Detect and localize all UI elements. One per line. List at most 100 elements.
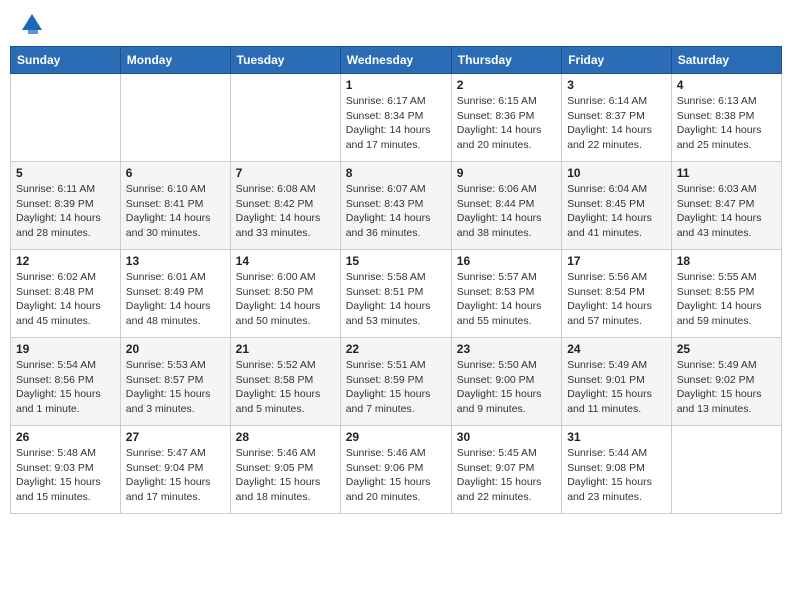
day-number: 9 [457, 166, 556, 180]
day-info: Sunrise: 6:13 AM Sunset: 8:38 PM Dayligh… [677, 94, 776, 153]
day-number: 26 [16, 430, 115, 444]
day-number: 7 [236, 166, 335, 180]
calendar-week-2: 5 Sunrise: 6:11 AM Sunset: 8:39 PM Daylig… [11, 162, 782, 250]
calendar-cell [11, 74, 121, 162]
calendar-cell: 5 Sunrise: 6:11 AM Sunset: 8:39 PM Daylig… [11, 162, 121, 250]
day-info: Sunrise: 6:14 AM Sunset: 8:37 PM Dayligh… [567, 94, 666, 153]
day-header-thursday: Thursday [451, 47, 561, 74]
calendar-cell: 1 Sunrise: 6:17 AM Sunset: 8:34 PM Daylig… [340, 74, 451, 162]
calendar-cell: 23Sunrise: 5:50 AM Sunset: 9:00 PM Dayli… [451, 338, 561, 426]
day-number: 31 [567, 430, 666, 444]
day-header-tuesday: Tuesday [230, 47, 340, 74]
day-info: Sunrise: 6:03 AM Sunset: 8:47 PM Dayligh… [677, 182, 776, 241]
day-number: 25 [677, 342, 776, 356]
day-number: 29 [346, 430, 446, 444]
day-info: Sunrise: 5:55 AM Sunset: 8:55 PM Dayligh… [677, 270, 776, 329]
day-number: 1 [346, 78, 446, 92]
calendar-cell: 13Sunrise: 6:01 AM Sunset: 8:49 PM Dayli… [120, 250, 230, 338]
day-info: Sunrise: 5:53 AM Sunset: 8:57 PM Dayligh… [126, 358, 225, 417]
day-info: Sunrise: 5:46 AM Sunset: 9:06 PM Dayligh… [346, 446, 446, 505]
day-header-sunday: Sunday [11, 47, 121, 74]
day-header-saturday: Saturday [671, 47, 781, 74]
day-number: 16 [457, 254, 556, 268]
day-info: Sunrise: 6:10 AM Sunset: 8:41 PM Dayligh… [126, 182, 225, 241]
calendar-week-5: 26 Sunrise: 5:48 AM Sunset: 9:03 PM Dayli… [11, 426, 782, 514]
calendar-cell: 20 Sunrise: 5:53 AM Sunset: 8:57 PM Dayli… [120, 338, 230, 426]
calendar-cell: 11 Sunrise: 6:03 AM Sunset: 8:47 PM Dayli… [671, 162, 781, 250]
day-info: Sunrise: 6:08 AM Sunset: 8:42 PM Dayligh… [236, 182, 335, 241]
day-number: 10 [567, 166, 666, 180]
day-info: Sunrise: 6:04 AM Sunset: 8:45 PM Dayligh… [567, 182, 666, 241]
day-number: 20 [126, 342, 225, 356]
day-number: 8 [346, 166, 446, 180]
day-info: Sunrise: 5:50 AM Sunset: 9:00 PM Dayligh… [457, 358, 556, 417]
day-number: 19 [16, 342, 115, 356]
day-number: 21 [236, 342, 335, 356]
day-number: 24 [567, 342, 666, 356]
day-number: 12 [16, 254, 115, 268]
calendar-cell: 7 Sunrise: 6:08 AM Sunset: 8:42 PM Daylig… [230, 162, 340, 250]
day-info: Sunrise: 5:56 AM Sunset: 8:54 PM Dayligh… [567, 270, 666, 329]
day-number: 30 [457, 430, 556, 444]
calendar-cell: 26 Sunrise: 5:48 AM Sunset: 9:03 PM Dayli… [11, 426, 121, 514]
day-info: Sunrise: 6:17 AM Sunset: 8:34 PM Dayligh… [346, 94, 446, 153]
calendar-cell: 21 Sunrise: 5:52 AM Sunset: 8:58 PM Dayli… [230, 338, 340, 426]
day-number: 28 [236, 430, 335, 444]
day-number: 4 [677, 78, 776, 92]
logo-icon [18, 10, 46, 38]
calendar-cell: 25 Sunrise: 5:49 AM Sunset: 9:02 PM Dayli… [671, 338, 781, 426]
day-info: Sunrise: 6:01 AM Sunset: 8:49 PM Dayligh… [126, 270, 225, 329]
calendar-cell: 8 Sunrise: 6:07 AM Sunset: 8:43 PM Daylig… [340, 162, 451, 250]
calendar-week-1: 1 Sunrise: 6:17 AM Sunset: 8:34 PM Daylig… [11, 74, 782, 162]
calendar-cell [671, 426, 781, 514]
day-number: 6 [126, 166, 225, 180]
calendar-cell: 10 Sunrise: 6:04 AM Sunset: 8:45 PM Dayli… [562, 162, 672, 250]
day-info: Sunrise: 6:07 AM Sunset: 8:43 PM Dayligh… [346, 182, 446, 241]
day-header-monday: Monday [120, 47, 230, 74]
calendar-cell: 15Sunrise: 5:58 AM Sunset: 8:51 PM Dayli… [340, 250, 451, 338]
day-header-friday: Friday [562, 47, 672, 74]
day-number: 18 [677, 254, 776, 268]
day-info: Sunrise: 6:02 AM Sunset: 8:48 PM Dayligh… [16, 270, 115, 329]
day-number: 27 [126, 430, 225, 444]
calendar-cell: 2 Sunrise: 6:15 AM Sunset: 8:36 PM Daylig… [451, 74, 561, 162]
day-number: 15 [346, 254, 446, 268]
day-info: Sunrise: 5:47 AM Sunset: 9:04 PM Dayligh… [126, 446, 225, 505]
calendar-cell: 4 Sunrise: 6:13 AM Sunset: 8:38 PM Daylig… [671, 74, 781, 162]
day-header-wednesday: Wednesday [340, 47, 451, 74]
day-number: 14 [236, 254, 335, 268]
calendar-week-3: 12 Sunrise: 6:02 AM Sunset: 8:48 PM Dayli… [11, 250, 782, 338]
day-number: 11 [677, 166, 776, 180]
day-info: Sunrise: 5:49 AM Sunset: 9:01 PM Dayligh… [567, 358, 666, 417]
calendar-cell [120, 74, 230, 162]
day-number: 2 [457, 78, 556, 92]
day-info: Sunrise: 5:52 AM Sunset: 8:58 PM Dayligh… [236, 358, 335, 417]
calendar-cell: 31 Sunrise: 5:44 AM Sunset: 9:08 PM Dayli… [562, 426, 672, 514]
calendar-cell: 3 Sunrise: 6:14 AM Sunset: 8:37 PM Daylig… [562, 74, 672, 162]
calendar-cell: 24 Sunrise: 5:49 AM Sunset: 9:01 PM Dayli… [562, 338, 672, 426]
calendar-cell: 22 Sunrise: 5:51 AM Sunset: 8:59 PM Dayli… [340, 338, 451, 426]
day-info: Sunrise: 5:45 AM Sunset: 9:07 PM Dayligh… [457, 446, 556, 505]
calendar-table: SundayMondayTuesdayWednesdayThursdayFrid… [10, 46, 782, 514]
day-info: Sunrise: 5:54 AM Sunset: 8:56 PM Dayligh… [16, 358, 115, 417]
calendar-cell: 29 Sunrise: 5:46 AM Sunset: 9:06 PM Dayli… [340, 426, 451, 514]
calendar-cell: 9 Sunrise: 6:06 AM Sunset: 8:44 PM Daylig… [451, 162, 561, 250]
day-info: Sunrise: 5:51 AM Sunset: 8:59 PM Dayligh… [346, 358, 446, 417]
logo [14, 10, 46, 38]
day-info: Sunrise: 5:46 AM Sunset: 9:05 PM Dayligh… [236, 446, 335, 505]
day-info: Sunrise: 6:00 AM Sunset: 8:50 PM Dayligh… [236, 270, 335, 329]
day-info: Sunrise: 5:49 AM Sunset: 9:02 PM Dayligh… [677, 358, 776, 417]
day-info: Sunrise: 5:48 AM Sunset: 9:03 PM Dayligh… [16, 446, 115, 505]
day-info: Sunrise: 5:57 AM Sunset: 8:53 PM Dayligh… [457, 270, 556, 329]
day-info: Sunrise: 6:11 AM Sunset: 8:39 PM Dayligh… [16, 182, 115, 241]
day-info: Sunrise: 6:06 AM Sunset: 8:44 PM Dayligh… [457, 182, 556, 241]
day-info: Sunrise: 5:44 AM Sunset: 9:08 PM Dayligh… [567, 446, 666, 505]
calendar-cell: 27 Sunrise: 5:47 AM Sunset: 9:04 PM Dayli… [120, 426, 230, 514]
calendar-cell: 30 Sunrise: 5:45 AM Sunset: 9:07 PM Dayli… [451, 426, 561, 514]
calendar-cell: 28 Sunrise: 5:46 AM Sunset: 9:05 PM Dayli… [230, 426, 340, 514]
day-number: 22 [346, 342, 446, 356]
day-number: 5 [16, 166, 115, 180]
calendar-cell: 19 Sunrise: 5:54 AM Sunset: 8:56 PM Dayli… [11, 338, 121, 426]
day-info: Sunrise: 6:15 AM Sunset: 8:36 PM Dayligh… [457, 94, 556, 153]
day-number: 3 [567, 78, 666, 92]
